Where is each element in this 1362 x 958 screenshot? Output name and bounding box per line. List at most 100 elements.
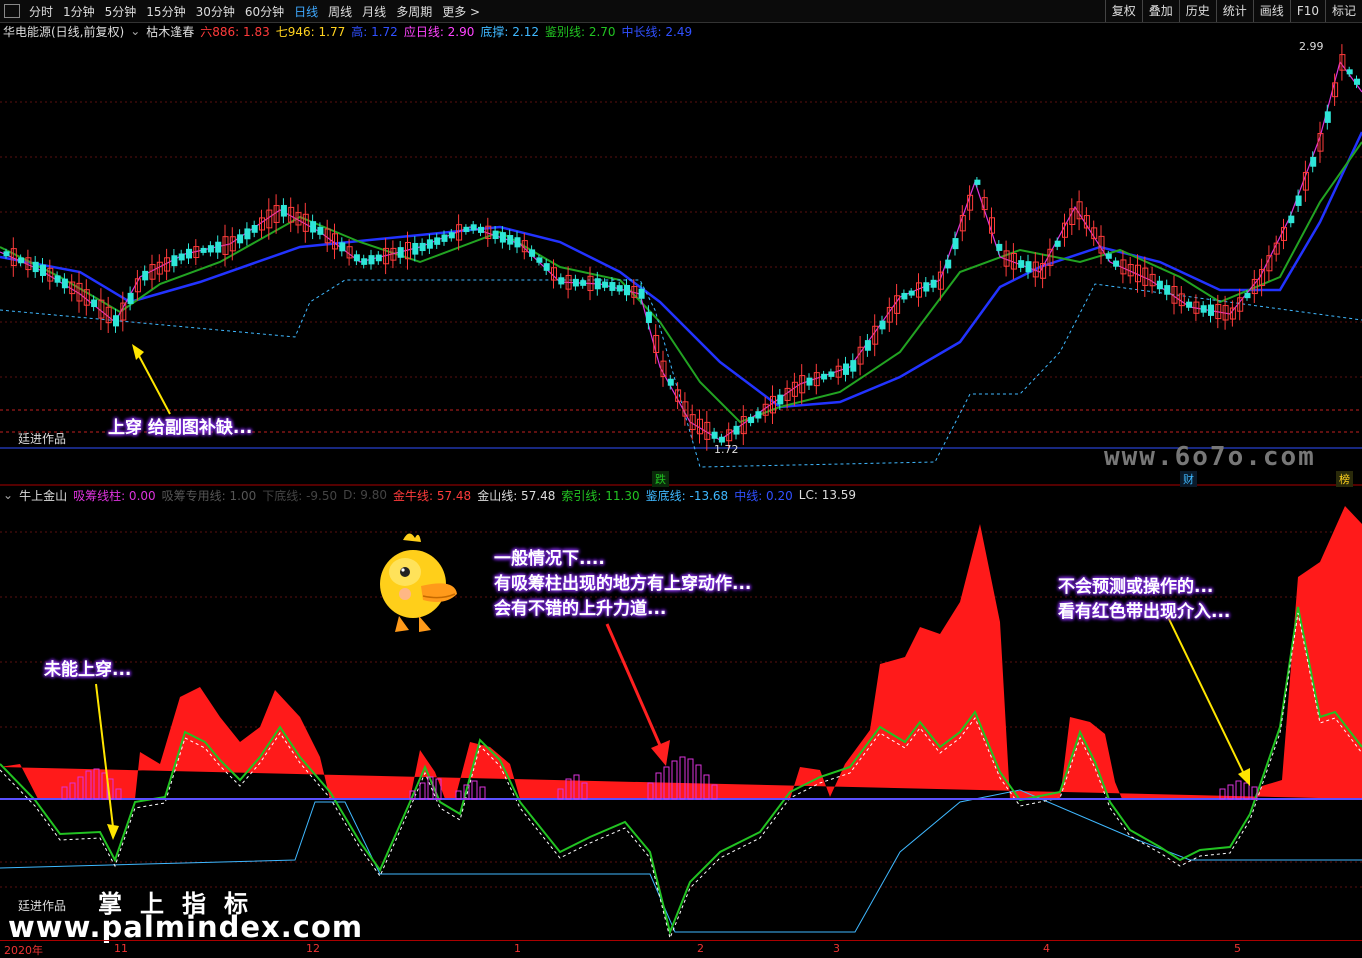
candle-body <box>777 394 784 405</box>
tab-60min[interactable]: 60分钟 <box>240 3 289 20</box>
annotation-general-line-1: 一般情况下.... <box>494 549 605 569</box>
candle-body <box>412 242 419 255</box>
date-label: 1 <box>514 942 521 955</box>
candle-body <box>624 284 630 296</box>
candle-body <box>1244 292 1251 299</box>
annotation-arrow <box>605 623 664 751</box>
candle-body <box>667 378 674 386</box>
chevron-down-icon[interactable]: ⌄ <box>3 488 13 502</box>
restore-rights-button[interactable]: 复权 <box>1104 0 1142 22</box>
candle-body <box>142 270 149 281</box>
candle-body <box>499 232 506 243</box>
candle-body <box>54 275 61 283</box>
candle-body <box>237 234 244 244</box>
candle-body <box>426 239 433 249</box>
candle-body <box>251 224 258 233</box>
draw-line-button[interactable]: 画线 <box>1252 0 1290 22</box>
candle-body <box>353 254 360 262</box>
tab-5min[interactable]: 5分钟 <box>100 3 142 20</box>
annotation-no-predict-line-2: 看有红色带出现介入... <box>1058 602 1231 622</box>
tab-weekly[interactable]: 周线 <box>323 3 357 20</box>
candle-body <box>280 204 287 217</box>
candle-body <box>244 228 251 240</box>
candle-body <box>1156 280 1163 290</box>
candle-body <box>375 254 382 262</box>
golden-bull-area <box>0 506 1362 799</box>
legend-item: 金牛线: 57.48 <box>392 488 472 503</box>
candle-body <box>748 416 755 424</box>
tab-more[interactable]: 更多 > <box>437 3 485 20</box>
candle-body <box>186 248 192 259</box>
candle-body <box>368 255 375 265</box>
candle-body <box>361 258 368 265</box>
annotation-general-line-2: 有吸筹柱出现的地方有上穿动作... <box>494 574 752 594</box>
legend-item: 吸筹线柱: 0.00 <box>73 488 156 503</box>
event-tag-finance[interactable]: 财 <box>1180 471 1197 487</box>
legend-item: D: 9.80 <box>343 488 387 502</box>
window-icon[interactable] <box>4 4 20 18</box>
candle-body <box>441 234 448 242</box>
mark-button[interactable]: 标记 <box>1324 0 1362 22</box>
tab-monthly[interactable]: 月线 <box>357 3 391 20</box>
candle-body <box>1288 215 1295 224</box>
history-button[interactable]: 历史 <box>1178 0 1216 22</box>
candle-body <box>178 253 185 261</box>
candle-body <box>18 257 25 264</box>
statistics-button[interactable]: 统计 <box>1215 0 1253 22</box>
sub-indicator-chart[interactable] <box>0 502 1362 940</box>
candle-body <box>864 340 871 351</box>
watermark-6070: www.6o7o.com <box>1104 442 1316 472</box>
candle-body <box>536 257 543 263</box>
date-label: 4 <box>1043 942 1050 955</box>
annotation-no-predict-line-1: 不会预测或操作的... <box>1058 577 1214 597</box>
candle-body <box>718 436 725 443</box>
ma-long-line <box>0 131 1362 409</box>
tab-multi-period[interactable]: 多周期 <box>391 3 437 20</box>
author-credit: 廷进作品 <box>18 432 67 446</box>
duck-mascot-icon <box>380 533 457 632</box>
candle-body <box>638 288 645 299</box>
candle-body <box>514 237 521 248</box>
tab-30min[interactable]: 30分钟 <box>191 3 240 20</box>
candle-body <box>828 371 835 377</box>
annotation-arrow <box>1167 616 1245 775</box>
accumulation-bar <box>471 780 478 800</box>
event-tag-rank[interactable]: 榜 <box>1336 471 1353 487</box>
candle-body <box>1018 260 1025 268</box>
f10-button[interactable]: F10 <box>1289 0 1325 22</box>
sub-indicator-name[interactable]: 牛上金山 <box>19 487 67 504</box>
candle-body <box>594 278 601 290</box>
candle-body <box>1208 304 1214 316</box>
candle-body <box>339 242 346 252</box>
event-tag-fall[interactable]: 跌 <box>652 471 669 487</box>
date-label: 12 <box>306 942 320 955</box>
candle-body <box>901 292 908 300</box>
legend-item: LC: 13.59 <box>798 488 857 502</box>
candle-body <box>945 259 952 269</box>
candle-body <box>602 281 609 288</box>
candle-body <box>1113 260 1120 267</box>
candle-body <box>207 245 214 253</box>
candle-body <box>843 363 849 375</box>
candle-body <box>580 280 587 286</box>
candle-body <box>470 224 477 231</box>
tab-daily[interactable]: 日线 <box>289 3 323 20</box>
candle-body <box>1164 285 1171 295</box>
candle-body <box>952 238 959 250</box>
candle-body <box>930 279 937 288</box>
overlay-button[interactable]: 叠加 <box>1141 0 1179 22</box>
candle-body <box>529 249 536 257</box>
annotation-arrow <box>137 353 171 415</box>
candle-body <box>127 292 134 304</box>
tab-15min[interactable]: 15分钟 <box>141 3 190 20</box>
tab-1min[interactable]: 1分钟 <box>58 3 100 20</box>
candle-body <box>1200 305 1207 313</box>
date-axis: 2020年 11 12 1 2 3 4 5 <box>0 940 1362 957</box>
candle-body <box>711 431 718 439</box>
candle-body <box>806 377 813 386</box>
candle-body <box>32 261 39 273</box>
candle-body <box>616 285 623 292</box>
candle-body <box>478 226 484 233</box>
tab-fenshi[interactable]: 分时 <box>24 3 58 20</box>
candle-body <box>113 315 119 327</box>
